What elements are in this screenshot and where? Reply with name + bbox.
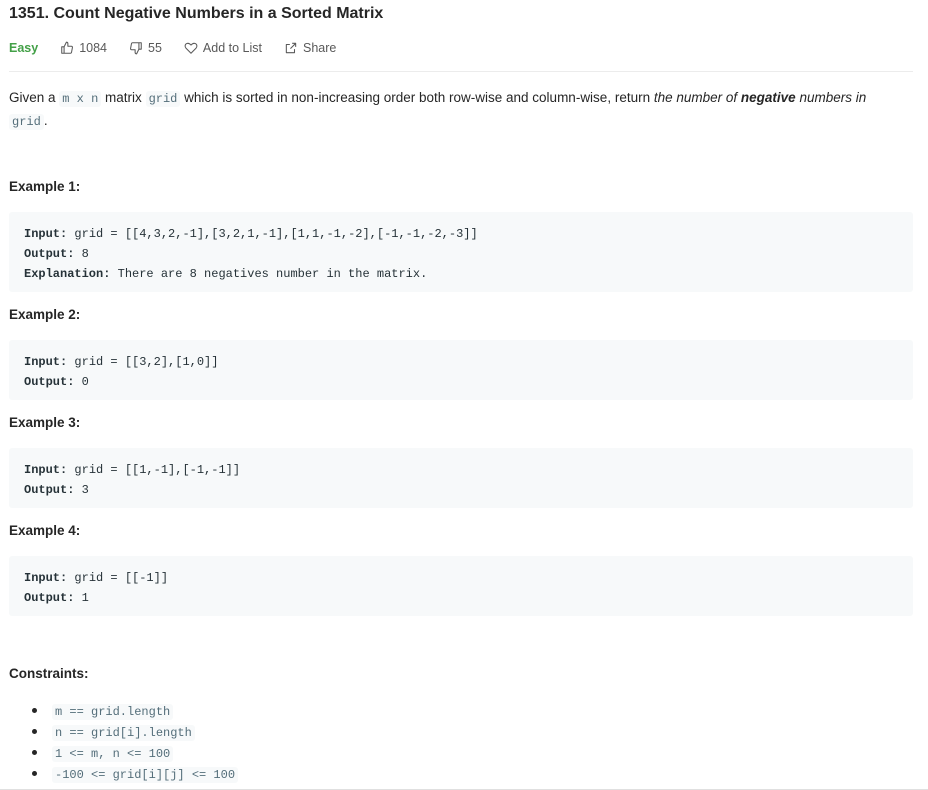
inline-code-mxn: m x n — [59, 91, 102, 107]
constraints-title: Constraints: — [9, 666, 89, 681]
example-2-block: Input: grid = [[3,2],[1,0]] Output: 0 — [9, 340, 913, 400]
thumbs-up-icon — [61, 41, 74, 54]
input-label: Input: — [24, 227, 68, 241]
like-count: 1084 — [79, 41, 108, 55]
example-3-title: Example 3: — [9, 415, 81, 430]
bullet-icon — [32, 729, 37, 734]
description-text: Given a — [9, 90, 60, 105]
constraint-item: n == grid[i].length — [9, 721, 238, 742]
input-label: Input: — [24, 355, 68, 369]
bullet-icon — [32, 750, 37, 755]
share-icon — [285, 42, 297, 54]
description-text: which is sorted in non-increasing order … — [180, 90, 654, 105]
share-button[interactable]: Share — [284, 41, 336, 55]
thumbs-down-icon — [130, 42, 142, 55]
example-explanation-line: Explanation: There are 8 negatives numbe… — [24, 264, 898, 284]
output-label: Output: — [24, 247, 75, 261]
example-4-block: Input: grid = [[-1]] Output: 1 — [9, 556, 913, 616]
constraint-code: m == grid.length — [52, 704, 174, 720]
description-line-1: Given a m x n matrix grid which is sorte… — [9, 87, 913, 110]
dislike-button[interactable]: 55 — [129, 41, 162, 55]
description-italic: the number of — [653, 90, 741, 105]
example-input-line: Input: grid = [[-1]] — [24, 568, 898, 588]
problem-description: Given a m x n matrix grid which is sorte… — [9, 87, 913, 133]
description-bold-negative: negative — [740, 90, 796, 105]
description-line-2: grid. — [9, 110, 913, 133]
output-value: 3 — [74, 483, 89, 497]
example-output-line: Output: 0 — [24, 372, 898, 392]
explanation-value: There are 8 negatives number in the matr… — [110, 267, 428, 281]
input-value: grid = [[3,2],[1,0]] — [67, 355, 219, 369]
input-value: grid = [[1,-1],[-1,-1]] — [67, 463, 241, 477]
heart-icon — [184, 42, 198, 54]
input-label: Input: — [24, 463, 68, 477]
example-output-line: Output: 3 — [24, 480, 898, 500]
difficulty-badge: Easy — [9, 41, 39, 55]
bullet-icon — [32, 771, 37, 776]
constraint-code: 1 <= m, n <= 100 — [52, 746, 174, 762]
example-1-title: Example 1: — [9, 179, 81, 194]
inline-code-grid: grid — [145, 91, 181, 107]
output-value: 1 — [74, 591, 89, 605]
description-text: . — [43, 113, 48, 128]
example-2-title: Example 2: — [9, 307, 81, 322]
example-3-block: Input: grid = [[1,-1],[-1,-1]] Output: 3 — [9, 448, 913, 508]
description-italic: numbers in — [795, 90, 867, 105]
constraint-item: m == grid.length — [9, 700, 238, 721]
inline-code-grid: grid — [9, 114, 44, 130]
example-input-line: Input: grid = [[3,2],[1,0]] — [24, 352, 898, 372]
like-button[interactable]: 1084 — [60, 41, 107, 55]
constraint-code: -100 <= grid[i][j] <= 100 — [52, 767, 239, 783]
example-output-line: Output: 8 — [24, 244, 898, 264]
example-input-line: Input: grid = [[1,-1],[-1,-1]] — [24, 460, 898, 480]
problem-title: 1351. Count Negative Numbers in a Sorted… — [9, 5, 384, 22]
example-input-line: Input: grid = [[4,3,2,-1],[3,2,1,-1],[1,… — [24, 224, 898, 244]
add-to-list-label: Add to List — [202, 41, 262, 55]
output-label: Output: — [24, 375, 75, 389]
bullet-icon — [32, 708, 37, 713]
problem-meta-bar: Easy 1084 55 Add to List Share — [9, 39, 358, 57]
example-1-block: Input: grid = [[4,3,2,-1],[3,2,1,-1],[1,… — [9, 212, 913, 292]
constraints-list: m == grid.length n == grid[i].length 1 <… — [9, 700, 239, 784]
example-4-title: Example 4: — [9, 523, 81, 538]
dislike-count: 55 — [148, 41, 162, 55]
output-value: 0 — [74, 375, 89, 389]
explanation-label: Explanation: — [24, 267, 111, 281]
add-to-list-button[interactable]: Add to List — [184, 41, 262, 55]
constraint-item: -100 <= grid[i][j] <= 100 — [9, 763, 239, 784]
input-value: grid = [[4,3,2,-1],[3,2,1,-1],[1,1,-1,-2… — [67, 227, 478, 241]
input-value: grid = [[-1]] — [67, 571, 169, 585]
constraint-item: 1 <= m, n <= 100 — [9, 742, 238, 763]
example-output-line: Output: 1 — [24, 588, 898, 608]
output-label: Output: — [24, 483, 75, 497]
input-label: Input: — [24, 571, 68, 585]
output-value: 8 — [74, 247, 89, 261]
constraint-code: n == grid[i].length — [52, 725, 195, 741]
share-label: Share — [303, 41, 337, 55]
output-label: Output: — [24, 591, 75, 605]
header-divider — [9, 71, 913, 72]
description-text: matrix — [101, 90, 146, 105]
